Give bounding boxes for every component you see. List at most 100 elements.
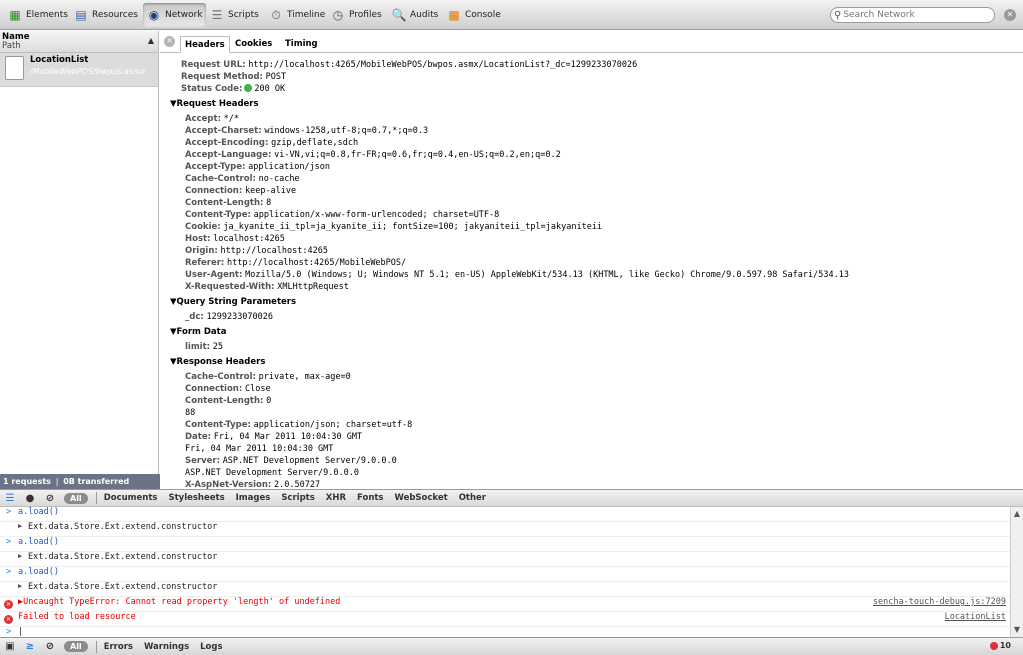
filter-list: Documents Stylesheets Images Scripts XHR Font… [104, 493, 497, 503]
request-list-header[interactable]: Name Path ▲ [0, 31, 158, 53]
header-value: application/json; charset=utf-8 [253, 420, 413, 430]
expand-triangle-icon[interactable]: ▶ [18, 582, 22, 590]
header-row: Accept-Language: vi-VN,vi;q=0.8,fr-FR;q=… [175, 149, 1023, 161]
audits-icon: 🔍 [391, 8, 407, 22]
request-row[interactable]: LocationList /MobileWebPOS/bwpos.asmx [0, 53, 158, 87]
command-text: a.load() [18, 567, 59, 577]
console-filter-all[interactable]: All [64, 641, 88, 652]
close-icon[interactable]: ✕ [1004, 9, 1016, 21]
filter-websocket[interactable]: WebSocket [395, 493, 448, 503]
header-key: Accept-Encoding: [185, 138, 269, 148]
filter-other[interactable]: Other [459, 493, 486, 503]
expand-triangle-icon[interactable]: ▶ [18, 522, 22, 530]
header-value: application/json [248, 162, 331, 172]
header-row: Accept-Type: application/json [175, 161, 1023, 173]
console-scrollbar[interactable]: ▲ ▼ [1010, 507, 1023, 637]
header-value: ASP.NET Development Server/9.0.0.0 [222, 456, 397, 466]
prompt-icon: > [6, 507, 12, 517]
clear-icon[interactable]: ⊘ [40, 493, 60, 504]
header-key: Host: [185, 234, 211, 244]
filter-scripts[interactable]: Scripts [281, 493, 314, 503]
header-key: Referer: [185, 258, 225, 268]
header-key: Cache-Control: [185, 174, 256, 184]
scroll-down-icon[interactable]: ▼ [1012, 625, 1022, 635]
record-icon[interactable]: ● [20, 493, 40, 504]
header-row: Host: localhost:4265 [175, 233, 1023, 245]
tab-scripts[interactable]: ☰ Scripts [206, 3, 262, 27]
expand-triangle-icon[interactable]: ▶ [18, 552, 22, 560]
scroll-up-icon[interactable]: ▲ [1012, 509, 1022, 519]
header-row: Cache-Control: private, max-age=0 [175, 371, 1023, 383]
header-row: Content-Length: 0 [175, 395, 1023, 407]
section-form-data[interactable]: ▼Form Data [170, 326, 1023, 338]
section-query-string[interactable]: ▼Query String Parameters [170, 296, 1023, 308]
header-row: Fri, 04 Mar 2011 10:04:30 GMT [175, 443, 1023, 455]
clear-console-icon[interactable]: ⊘ [40, 641, 60, 652]
elements-icon: ▦ [9, 8, 21, 22]
header-row: Cookie: ja_kyanite_ii_tpl=ja_kyanite_ii;… [175, 221, 1023, 233]
filter-stylesheets[interactable]: Stylesheets [168, 493, 224, 503]
list-view-icon[interactable]: ☰ [0, 493, 20, 504]
search-input[interactable] [843, 10, 984, 20]
filter-logs[interactable]: Logs [200, 642, 222, 652]
filter-fonts[interactable]: Fonts [357, 493, 383, 503]
timeline-icon: ⏱ [271, 8, 281, 22]
header-value: 1299233070026 [206, 312, 274, 322]
tab-elements[interactable]: ▦ Elements [4, 3, 71, 27]
dock-icon[interactable]: ▣ [0, 641, 20, 652]
sort-arrow-icon[interactable]: ▲ [148, 36, 154, 45]
search-box[interactable]: ⚲ [830, 7, 995, 23]
main-toolbar: ▦ Elements ▤ Resources ◉ Network ☰ Scrip… [0, 0, 1023, 30]
tab-timeline[interactable]: ⏱ Timeline [265, 3, 328, 27]
document-icon [5, 56, 24, 80]
console-prompt-icon[interactable]: ≥ [20, 641, 40, 652]
filter-images[interactable]: Images [236, 493, 271, 503]
header-key: Connection: [185, 384, 243, 394]
console-result: ▶ Ext.data.Store.Ext.extend.constructor [0, 552, 1010, 567]
tab-headers[interactable]: Headers [180, 36, 230, 53]
prompt-icon: > [6, 567, 12, 577]
request-headers-list: Accept: */* Accept-Charset: windows-1258,… [175, 113, 1023, 293]
error-count-badge[interactable]: 10 [989, 641, 1011, 650]
filter-errors[interactable]: Errors [104, 642, 133, 652]
tab-network[interactable]: ◉ Network [143, 3, 206, 27]
filter-warnings[interactable]: Warnings [144, 642, 189, 652]
header-key: _dc: [185, 312, 204, 322]
source-link[interactable]: sencha-touch-debug.js:7209 [873, 597, 1006, 607]
header-row: Accept-Charset: windows-1258,utf-8;q=0.7… [175, 125, 1023, 137]
header-value: 8 [266, 198, 272, 208]
tab-audits[interactable]: 🔍 Audits [388, 3, 441, 27]
header-row: Referer: http://localhost:4265/MobileWeb… [175, 257, 1023, 269]
close-detail-icon[interactable]: ✕ [164, 36, 175, 47]
tab-resources[interactable]: ▤ Resources [70, 3, 141, 27]
scripts-icon: ☰ [211, 8, 223, 22]
header-key: Accept-Language: [185, 150, 272, 160]
filter-documents[interactable]: Documents [104, 493, 158, 503]
header-row: Accept-Encoding: gzip,deflate,sdch [175, 137, 1023, 149]
header-row: Accept: */* [175, 113, 1023, 125]
tab-audits-label: Audits [410, 10, 439, 20]
console-result: ▶ Ext.data.Store.Ext.extend.constructor [0, 522, 1010, 537]
tab-cookies[interactable]: Cookies [231, 36, 276, 53]
tab-profiles[interactable]: ◷ Profiles [327, 3, 385, 27]
prompt-icon: > [6, 537, 12, 547]
section-request-headers[interactable]: ▼Request Headers [170, 98, 1023, 110]
request-list-panel: Name Path ▲ LocationList /MobileWebPOS/b… [0, 31, 159, 489]
header-row: Date: Fri, 04 Mar 2011 10:04:30 GMT [175, 431, 1023, 443]
tab-console-label: Console [465, 10, 501, 20]
section-response-headers[interactable]: ▼Response Headers [170, 356, 1023, 368]
form-data-list: limit: 25 [175, 341, 1023, 353]
header-key: Content-Type: [185, 210, 251, 220]
filter-xhr[interactable]: XHR [326, 493, 346, 503]
resources-icon: ▤ [75, 8, 87, 22]
console-output[interactable]: > a.load() ▶ Ext.data.Store.Ext.extend.cons… [0, 507, 1010, 637]
tab-timing[interactable]: Timing [281, 36, 322, 53]
filter-all[interactable]: All [64, 492, 88, 504]
source-link[interactable]: LocationList [945, 612, 1006, 622]
header-value: gzip,deflate,sdch [271, 138, 359, 148]
request-name: LocationList [30, 55, 89, 65]
detail-tabbar: ✕ Headers Cookies Timing [160, 31, 1023, 53]
console-command: > a.load() [0, 537, 1010, 552]
header-row: Origin: http://localhost:4265 [175, 245, 1023, 257]
tab-console[interactable]: ▩ Console [443, 3, 504, 27]
